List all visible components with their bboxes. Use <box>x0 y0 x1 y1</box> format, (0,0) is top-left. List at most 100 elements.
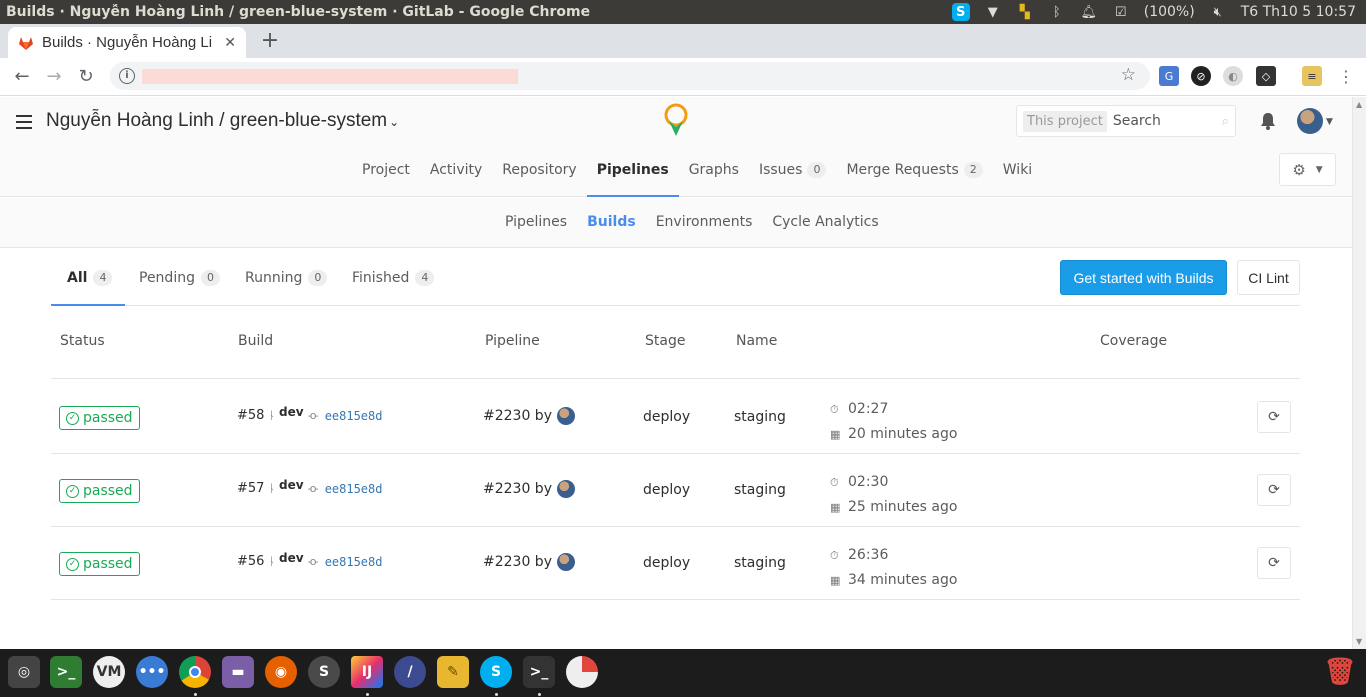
tab-pipelines[interactable]: Pipelines <box>586 155 679 197</box>
site-info-icon[interactable]: i <box>119 68 135 84</box>
pipeline-link[interactable]: #2230 by <box>483 408 552 424</box>
ci-lint-button[interactable]: CI Lint <box>1237 260 1300 295</box>
pipeline-link[interactable]: #2230 by <box>483 481 552 497</box>
duration: 26:36 <box>848 547 889 563</box>
timing-cell: ⏱ 02:30 ▦ 25 minutes ago <box>830 470 957 520</box>
subnav-cycle-analytics[interactable]: Cycle Analytics <box>772 214 878 230</box>
tab-project[interactable]: Project <box>362 155 420 197</box>
skype-tray-icon[interactable]: S <box>951 3 970 21</box>
files-icon[interactable]: ▬ <box>222 656 254 688</box>
search-input[interactable]: This project Search ⌕ <box>1016 105 1236 137</box>
table-row: ✓ passed #57 ᚿ dev -o- ee815e8d #2230 by … <box>51 454 1300 527</box>
status-badge[interactable]: ✓ passed <box>59 406 140 430</box>
user-avatar[interactable] <box>1297 108 1323 134</box>
address-bar[interactable]: i ☆ <box>110 62 1150 90</box>
new-tab-button[interactable]: + <box>258 30 282 54</box>
scroll-up-icon[interactable]: ▲ <box>1356 100 1362 109</box>
tab-graphs[interactable]: Graphs <box>679 155 749 197</box>
forward-button[interactable]: → <box>38 66 70 87</box>
terminal-icon[interactable]: >_ <box>523 656 555 688</box>
gimp-icon[interactable]: ✎ <box>437 656 469 688</box>
notifications-bell-icon[interactable] <box>1259 112 1277 134</box>
firefox-icon[interactable]: ◉ <box>265 656 297 688</box>
app-indicator-icon[interactable]: ▚ <box>1016 3 1034 21</box>
clock[interactable]: T6 Th10 5 10:57 <box>1241 4 1356 20</box>
retry-button[interactable]: ⟳ <box>1257 474 1291 506</box>
status-badge[interactable]: ✓ passed <box>59 552 140 576</box>
avatar[interactable] <box>556 480 575 498</box>
scope-tab-all[interactable]: All 4 <box>67 270 113 286</box>
chrome-icon[interactable] <box>179 656 211 688</box>
pipeline-cell: #2230 by <box>483 480 575 498</box>
volume-muted-icon[interactable]: 🔇︎ <box>1209 3 1227 21</box>
bluetooth-icon[interactable]: ᛒ <box>1048 3 1066 21</box>
retry-button[interactable]: ⟳ <box>1257 401 1291 433</box>
reload-button[interactable]: ↻ <box>70 66 102 87</box>
build-link[interactable]: #58 <box>237 408 264 423</box>
terminal-green-icon[interactable]: >_ <box>50 656 82 688</box>
commit-sha-link[interactable]: ee815e8d <box>325 555 383 569</box>
get-started-builds-button[interactable]: Get started with Builds <box>1060 260 1227 295</box>
check-circle-icon: ✓ <box>66 411 79 425</box>
pen-tool-icon[interactable]: / <box>394 656 426 688</box>
tab-repository[interactable]: Repository <box>492 155 586 197</box>
notification-bell-icon[interactable]: 🔔︎ <box>1080 3 1098 21</box>
branch-ref-link[interactable]: dev <box>279 405 304 419</box>
disk-usage-icon[interactable] <box>566 656 598 688</box>
browser-tab[interactable]: Builds · Nguyễn Hoàng Li ✕ <box>8 27 246 58</box>
clipboard-icon[interactable]: ☑ <box>1112 3 1130 21</box>
subnav-builds[interactable]: Builds <box>587 214 636 230</box>
wifi-icon[interactable]: ▼ <box>984 3 1002 21</box>
battery-percentage[interactable]: (100%) <box>1144 4 1195 20</box>
build-link[interactable]: #57 <box>237 481 264 496</box>
bookmark-star-icon[interactable]: ☆ <box>1121 65 1136 85</box>
hamburger-menu-icon[interactable] <box>16 115 32 133</box>
extension-icon-5[interactable]: ≡ <box>1302 66 1322 86</box>
scroll-down-icon[interactable]: ▼ <box>1356 637 1362 646</box>
branch-ref-link[interactable]: dev <box>279 478 304 492</box>
subnav-pipelines[interactable]: Pipelines <box>505 214 567 230</box>
scope-tab-running[interactable]: Running 0 <box>245 270 328 286</box>
trash-icon[interactable]: 🗑︎ <box>1324 656 1357 688</box>
sublime-text-icon[interactable]: S <box>308 656 340 688</box>
intellij-icon[interactable]: IJ <box>351 656 383 688</box>
extension-icon-3[interactable]: ◐ <box>1223 66 1243 86</box>
subnav-environments[interactable]: Environments <box>656 214 753 230</box>
ubuntu-dash-icon[interactable]: ◎ <box>8 656 40 688</box>
back-button[interactable]: ← <box>6 66 38 87</box>
translate-extension-icon[interactable]: G <box>1159 66 1179 86</box>
build-link[interactable]: #56 <box>237 554 264 569</box>
tab-close-icon[interactable]: ✕ <box>224 35 236 51</box>
gitlab-logo[interactable] <box>663 103 689 143</box>
stopwatch-icon: ⏱ <box>830 476 839 489</box>
name-cell: staging <box>734 482 786 498</box>
page-scrollbar[interactable]: ▲ ▼ <box>1352 97 1366 649</box>
status-badge[interactable]: ✓ passed <box>59 479 140 503</box>
branch-ref-link[interactable]: dev <box>279 551 304 565</box>
extension-icon-2[interactable]: ⊘ <box>1191 66 1211 86</box>
commit-sha-link[interactable]: ee815e8d <box>325 409 383 423</box>
project-title[interactable]: Nguyễn Hoàng Linh / green-blue-system ⌄ <box>46 110 399 132</box>
project-settings-button[interactable]: ⚙ ▼ <box>1279 153 1336 186</box>
more-apps-icon[interactable]: ••• <box>136 656 168 688</box>
chrome-menu-icon[interactable]: ⋮ <box>1336 66 1356 86</box>
timing-cell: ⏱ 26:36 ▦ 34 minutes ago <box>830 543 957 593</box>
tab-merge-requests[interactable]: Merge Requests 2 <box>836 155 992 197</box>
tab-activity[interactable]: Activity <box>420 155 492 197</box>
scope-tab-finished[interactable]: Finished 4 <box>352 270 435 286</box>
tab-issues[interactable]: Issues 0 <box>749 155 837 197</box>
avatar[interactable] <box>556 407 575 425</box>
build-cell: #56 ᚿ dev -o- ee815e8d <box>237 551 383 570</box>
scope-tab-pending[interactable]: Pending 0 <box>139 270 220 286</box>
vim-icon[interactable]: VM <box>93 656 125 688</box>
user-menu-caret-icon[interactable]: ▼ <box>1326 117 1333 127</box>
commit-sha-link[interactable]: ee815e8d <box>325 482 383 496</box>
tab-wiki[interactable]: Wiki <box>993 155 1042 197</box>
search-icon: ⌕ <box>1221 113 1229 129</box>
finished-time: 34 minutes ago <box>848 572 958 588</box>
retry-button[interactable]: ⟳ <box>1257 547 1291 579</box>
skype-icon[interactable]: S <box>480 656 512 688</box>
extension-icon-4[interactable]: ◇ <box>1256 66 1276 86</box>
pipeline-link[interactable]: #2230 by <box>483 554 552 570</box>
avatar[interactable] <box>556 553 575 571</box>
